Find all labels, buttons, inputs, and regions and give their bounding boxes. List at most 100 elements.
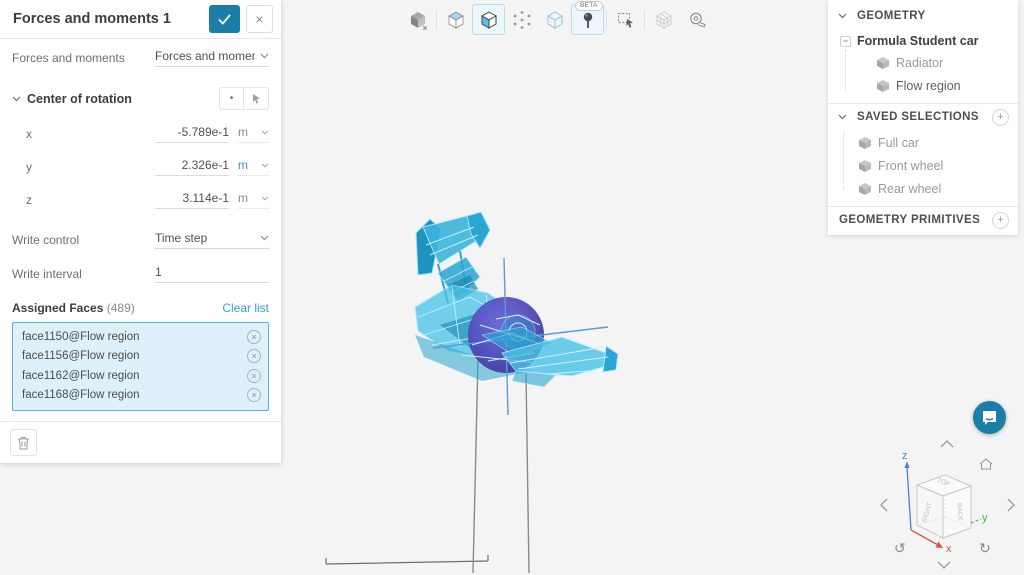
x-unit-value: m: [238, 125, 248, 139]
probe-pin-button[interactable]: BETA: [571, 4, 604, 35]
add-geometry-primitive-button[interactable]: +: [992, 212, 1009, 229]
navigation-cube[interactable]: ↺ ↻ TOP RIGHT BACK z x y: [875, 433, 1024, 575]
geometry-tree-panel: GEOMETRY − Formula Student car Radiator …: [828, 0, 1018, 235]
home-view-button[interactable]: [980, 459, 992, 469]
tree-item-front-wheel[interactable]: Front wheel: [858, 159, 943, 173]
viewport-toolbar: BETA: [401, 4, 713, 35]
vertex-select-icon: [512, 10, 532, 30]
flow-region-edges: [473, 358, 529, 573]
wireframe-cube-button[interactable]: [538, 4, 571, 35]
add-saved-selection-button[interactable]: +: [992, 109, 1009, 126]
box-select-icon: [616, 10, 636, 30]
pick-point-button[interactable]: •: [219, 87, 244, 110]
shaded-cube-button[interactable]: [439, 4, 472, 35]
y-input[interactable]: 2.326e-1: [155, 158, 229, 176]
chat-bubble-icon: [981, 410, 998, 426]
tree-item-label: Full car: [878, 136, 919, 150]
rotate-right-button[interactable]: [1008, 499, 1014, 511]
divider: [828, 103, 1018, 104]
face-select-cube-button[interactable]: [472, 4, 505, 35]
panel-footer: [0, 421, 281, 463]
pick-from-viewport-button[interactable]: [244, 87, 269, 110]
tree-item-full-car[interactable]: Full car: [858, 136, 919, 150]
clear-list-link[interactable]: Clear list: [222, 301, 269, 315]
remove-icon: ×: [251, 371, 256, 381]
y-axis-label: y: [982, 512, 988, 524]
solid-cube-icon: [876, 79, 890, 93]
z-input[interactable]: 3.114e-1: [155, 191, 229, 209]
tree-item-label: Formula Student car: [857, 34, 979, 48]
tree-item-formula-student-car[interactable]: − Formula Student car: [840, 34, 979, 48]
face-name: face1150@Flow region: [22, 331, 140, 343]
write-control-dropdown[interactable]: Time step: [155, 231, 269, 249]
mesh-view-icon: [654, 10, 674, 30]
tree-item-flow-region[interactable]: Flow region: [876, 79, 961, 93]
vertex-select-button[interactable]: [505, 4, 538, 35]
remove-face-button[interactable]: ×: [247, 330, 261, 344]
remove-face-button[interactable]: ×: [247, 388, 261, 402]
z-unit-value: m: [238, 191, 248, 205]
rotate-left-button[interactable]: [881, 499, 887, 511]
panel-title: Forces and moments 1: [13, 11, 209, 27]
rotate-ccw-button[interactable]: ↺: [894, 540, 906, 556]
face-list-item[interactable]: face1168@Flow region ×: [22, 386, 261, 406]
center-of-rotation-toggle[interactable]: Center of rotation: [12, 92, 132, 106]
write-interval-input[interactable]: 1: [155, 265, 269, 283]
type-dropdown[interactable]: Forces and moments: [155, 49, 269, 67]
apply-button[interactable]: [209, 5, 240, 33]
tree-item-label: Radiator: [896, 56, 943, 70]
plus-icon: +: [997, 111, 1003, 123]
z-axis: z: [902, 450, 911, 530]
y-unit-value: m: [238, 158, 248, 172]
viewport-3d[interactable]: [320, 185, 630, 573]
face-list-item[interactable]: face1156@Flow region ×: [22, 347, 261, 367]
rotate-up-button[interactable]: [941, 441, 953, 447]
y-unit-dropdown[interactable]: m: [238, 158, 269, 176]
write-control-row: Write control Time step: [12, 231, 269, 249]
rotate-down-button[interactable]: [938, 562, 950, 568]
remove-face-button[interactable]: ×: [247, 349, 261, 363]
view-cube-widget[interactable]: TOP RIGHT BACK: [917, 475, 971, 538]
cube-face-back-label[interactable]: BACK: [956, 503, 964, 522]
x-unit-dropdown[interactable]: m: [238, 125, 269, 143]
type-row: Forces and moments Forces and moments: [12, 49, 269, 67]
chevron-down-icon[interactable]: [838, 13, 847, 19]
toolbar-separator: [606, 10, 607, 30]
cancel-button[interactable]: ×: [246, 5, 273, 33]
box-select-button[interactable]: [609, 4, 642, 35]
face-list-item[interactable]: face1150@Flow region ×: [22, 327, 261, 347]
face-list-item[interactable]: face1162@Flow region ×: [22, 366, 261, 386]
delete-button[interactable]: [10, 429, 37, 456]
collapse-icon[interactable]: −: [840, 36, 851, 47]
z-unit-dropdown[interactable]: m: [238, 191, 269, 209]
face-name: face1156@Flow region: [22, 350, 140, 362]
remove-icon: ×: [251, 390, 256, 400]
chevron-down-icon[interactable]: [838, 114, 847, 120]
beta-badge: BETA: [575, 1, 603, 11]
geometry-primitives-header[interactable]: GEOMETRY PRIMITIVES: [839, 214, 980, 226]
solid-cube-icon: [876, 56, 890, 70]
geometry-header[interactable]: GEOMETRY: [857, 10, 926, 22]
saved-selections-header[interactable]: SAVED SELECTIONS: [857, 111, 979, 123]
plus-icon: +: [997, 214, 1003, 226]
tree-item-radiator[interactable]: Radiator: [876, 56, 943, 70]
y-label: y: [26, 160, 155, 174]
mesh-view-button[interactable]: [647, 4, 680, 35]
chevron-down-icon: [261, 196, 269, 201]
measure-tape-button[interactable]: [680, 4, 713, 35]
view-cube-button[interactable]: [401, 4, 434, 35]
assigned-faces-count: (489): [107, 301, 135, 315]
z-axis-label: z: [902, 450, 908, 462]
tree-item-rear-wheel[interactable]: Rear wheel: [858, 182, 941, 196]
forces-and-moments-panel: Forces and moments 1 × Forces and moment…: [0, 0, 281, 463]
write-control-value: Time step: [155, 231, 207, 245]
x-label: x: [26, 127, 155, 141]
assigned-faces-label: Assigned Faces (489): [12, 301, 135, 315]
rotate-cw-button[interactable]: ↻: [979, 540, 991, 556]
tree-item-label: Flow region: [896, 79, 961, 93]
view-cube-icon: [408, 10, 428, 30]
tree-guide: [845, 50, 846, 92]
remove-face-button[interactable]: ×: [247, 369, 261, 383]
x-input[interactable]: -5.789e-1: [155, 125, 229, 143]
support-chat-button[interactable]: [973, 401, 1006, 434]
